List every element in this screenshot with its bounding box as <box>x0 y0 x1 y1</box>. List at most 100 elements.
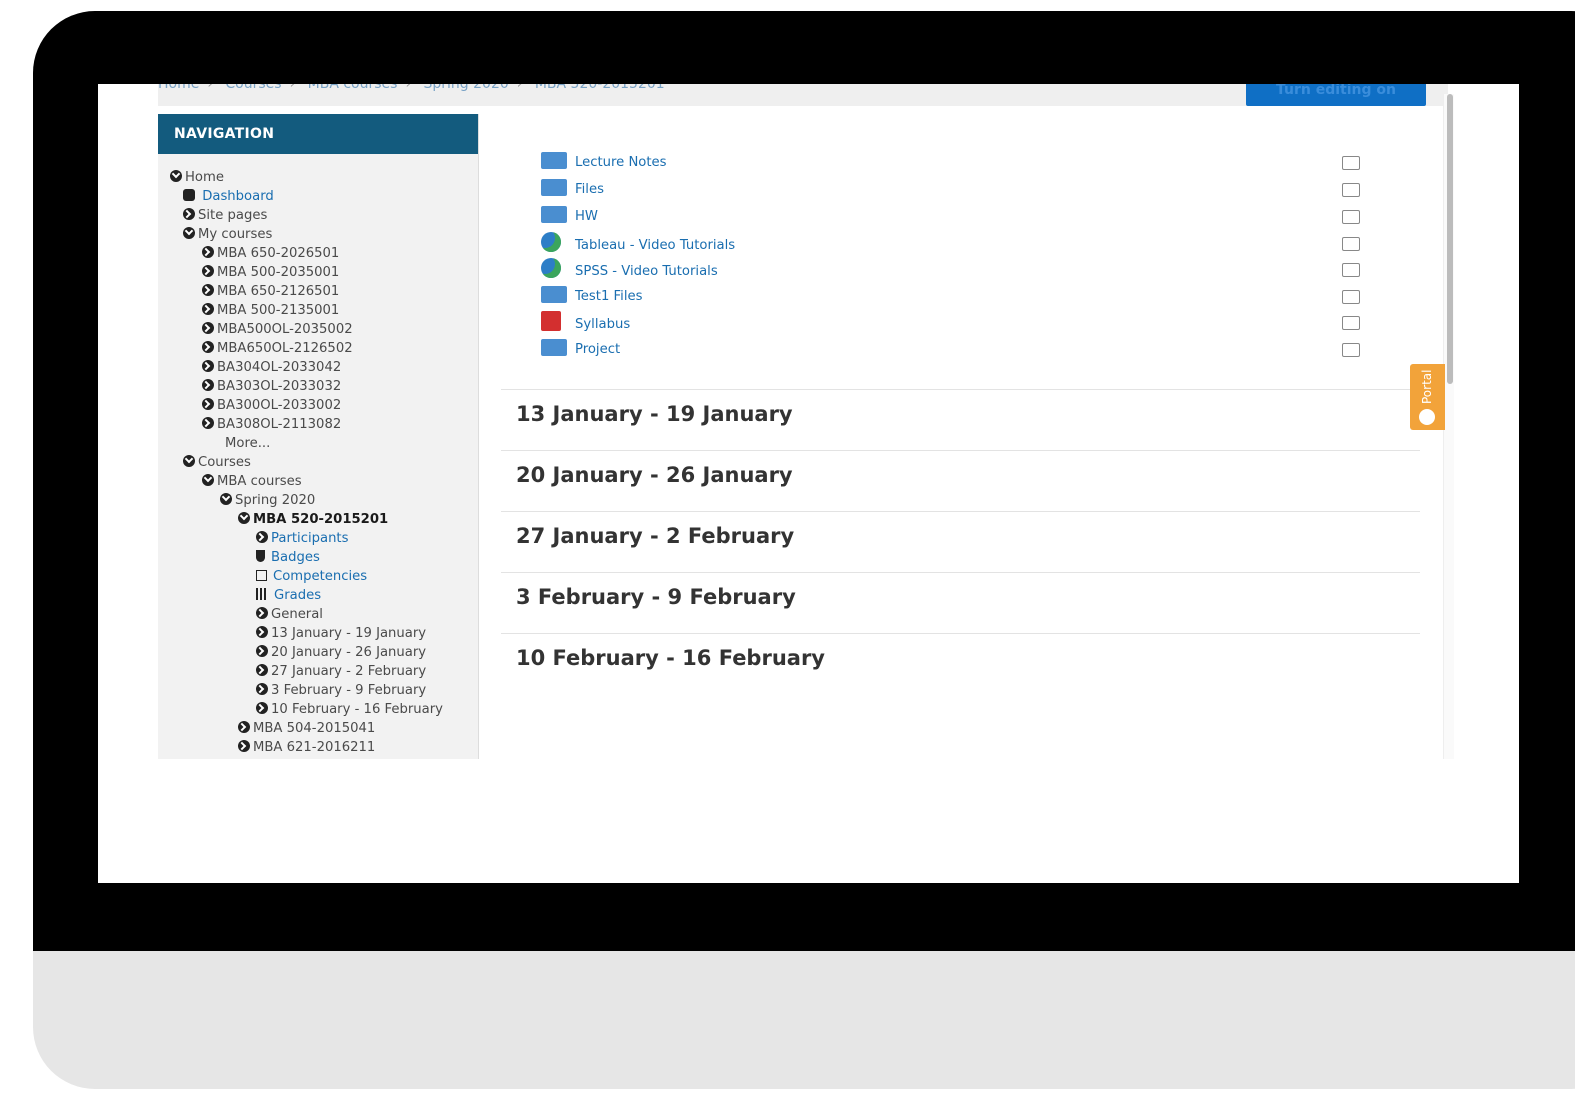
nav-item-home[interactable]: Home <box>158 168 478 187</box>
nav-course-item[interactable]: BA300OL-2033002 <box>158 396 478 415</box>
nav-course-item[interactable]: MBA 504-2015041 <box>158 719 478 738</box>
nav-item-week[interactable]: 13 January - 19 January <box>158 624 478 643</box>
chevron-right-icon[interactable] <box>238 740 250 752</box>
nav-item-dashboard[interactable]: Dashboard <box>158 187 478 206</box>
chevron-down-icon[interactable] <box>202 474 214 486</box>
breadcrumb-spring-2020[interactable]: Spring 2020 <box>424 84 509 92</box>
activity-hw[interactable]: HW <box>541 205 598 229</box>
chevron-right-icon[interactable] <box>202 360 214 372</box>
nav-item-competencies[interactable]: Competencies <box>158 567 478 586</box>
nav-item-week[interactable]: 3 February - 9 February <box>158 681 478 700</box>
completion-checkbox[interactable] <box>1342 183 1360 197</box>
turn-editing-on-button[interactable]: Turn editing on <box>1246 84 1426 106</box>
activity-tableau-tutorials[interactable]: Tableau - Video Tutorials <box>541 232 735 256</box>
course-content: Lecture Notes Files HW Tableau - Video T… <box>478 114 1447 759</box>
nav-item-grades[interactable]: Grades <box>158 586 478 605</box>
laptop-frame: Home › Courses › MBA courses › Spring 2020 ›… <box>33 11 1575 1089</box>
nav-course-item[interactable]: BA303OL-2033032 <box>158 377 478 396</box>
completion-checkbox[interactable] <box>1342 210 1360 224</box>
activity-syllabus[interactable]: Syllabus <box>541 311 630 335</box>
browser-screen: Home › Courses › MBA courses › Spring 2020 ›… <box>98 84 1519 883</box>
week-section-title[interactable]: 3 February - 9 February <box>501 572 1420 633</box>
portal-icon <box>1419 409 1435 425</box>
chevron-right-icon[interactable] <box>256 607 268 619</box>
nav-item-week[interactable]: 27 January - 2 February <box>158 662 478 681</box>
folder-icon <box>541 179 567 196</box>
nav-course-item[interactable]: MBA500OL-2035002 <box>158 320 478 339</box>
url-globe-icon <box>541 232 561 252</box>
nav-item-badges[interactable]: Badges <box>158 548 478 567</box>
activity-spss-tutorials[interactable]: SPSS - Video Tutorials <box>541 258 718 282</box>
nav-course-item[interactable]: BA304OL-2033042 <box>158 358 478 377</box>
nav-item-current-course[interactable]: MBA 520-2015201 <box>158 510 478 529</box>
chevron-right-icon[interactable] <box>202 341 214 353</box>
portal-side-tab[interactable]: Portal <box>1410 364 1445 430</box>
nav-item-site-pages[interactable]: Site pages <box>158 206 478 225</box>
nav-item-spring-2020[interactable]: Spring 2020 <box>158 491 478 510</box>
nav-item-general[interactable]: General <box>158 605 478 624</box>
week-section-title[interactable]: 13 January - 19 January <box>501 389 1420 450</box>
nav-item-week[interactable]: 10 February - 16 February <box>158 700 478 719</box>
nav-course-item[interactable]: MBA 621-2016211 <box>158 738 478 757</box>
nav-course-item[interactable]: MBA 500-2135001 <box>158 301 478 320</box>
chevron-right-icon[interactable] <box>183 208 195 220</box>
activity-test1-files[interactable]: Test1 Files <box>541 285 643 309</box>
breadcrumb-mba-courses[interactable]: MBA courses <box>308 84 398 92</box>
folder-icon <box>541 286 567 303</box>
chevron-right-icon[interactable] <box>202 284 214 296</box>
week-section-title[interactable]: 10 February - 16 February <box>501 633 1420 694</box>
completion-checkbox[interactable] <box>1342 237 1360 251</box>
chevron-right-icon[interactable] <box>256 531 268 543</box>
chevron-right-icon[interactable] <box>202 265 214 277</box>
nav-item-my-courses[interactable]: My courses <box>158 225 478 244</box>
url-globe-icon <box>541 258 561 278</box>
nav-item-courses[interactable]: Courses <box>158 453 478 472</box>
chevron-right-icon[interactable] <box>202 303 214 315</box>
chevron-right-icon[interactable] <box>238 721 250 733</box>
chevron-right-icon[interactable] <box>256 683 268 695</box>
chevron-down-icon[interactable] <box>220 493 232 505</box>
nav-course-item[interactable]: BA308OL-2113082 <box>158 415 478 434</box>
nav-item-participants[interactable]: Participants <box>158 529 478 548</box>
navigation-tree: Home Dashboard Site pages My courses MBA… <box>158 154 478 757</box>
chevron-down-icon[interactable] <box>183 227 195 239</box>
chevron-down-icon[interactable] <box>170 170 182 182</box>
chevron-right-icon[interactable] <box>256 626 268 638</box>
completion-checkbox[interactable] <box>1342 316 1360 330</box>
breadcrumb-courses[interactable]: Courses <box>225 84 281 92</box>
chevron-right-icon[interactable] <box>256 702 268 714</box>
chevron-right-icon[interactable] <box>202 322 214 334</box>
activity-files[interactable]: Files <box>541 178 604 202</box>
completion-checkbox[interactable] <box>1342 263 1360 277</box>
completion-checkbox[interactable] <box>1342 156 1360 170</box>
chevron-down-icon[interactable] <box>238 512 250 524</box>
activity-project[interactable]: Project <box>541 338 620 362</box>
dashboard-icon <box>183 189 195 201</box>
checkbox-icon <box>256 570 267 581</box>
chevron-right-icon[interactable] <box>256 645 268 657</box>
week-section-title[interactable]: 20 January - 26 January <box>501 450 1420 511</box>
activity-lecture-notes[interactable]: Lecture Notes <box>541 151 667 175</box>
nav-item-mba-courses[interactable]: MBA courses <box>158 472 478 491</box>
chevron-right-icon[interactable] <box>202 246 214 258</box>
folder-icon <box>541 152 567 169</box>
chevron-right-icon[interactable] <box>202 417 214 429</box>
breadcrumb-home[interactable]: Home <box>158 84 199 92</box>
nav-course-item[interactable]: MBA650OL-2126502 <box>158 339 478 358</box>
week-section-title[interactable]: 27 January - 2 February <box>501 511 1420 572</box>
nav-item-more[interactable]: More... <box>158 434 478 453</box>
nav-course-item[interactable]: MBA 650-2026501 <box>158 244 478 263</box>
chevron-right-icon[interactable] <box>202 398 214 410</box>
chevron-down-icon[interactable] <box>183 455 195 467</box>
nav-item-week[interactable]: 20 January - 26 January <box>158 643 478 662</box>
table-icon <box>256 588 268 600</box>
breadcrumb-current-course[interactable]: MBA 520-2015201 <box>535 84 665 92</box>
nav-course-item[interactable]: MBA 650-2126501 <box>158 282 478 301</box>
scrollbar-thumb[interactable] <box>1447 94 1453 384</box>
nav-course-item[interactable]: MBA 500-2035001 <box>158 263 478 282</box>
completion-checkbox[interactable] <box>1342 290 1360 304</box>
shield-icon <box>256 550 265 562</box>
completion-checkbox[interactable] <box>1342 343 1360 357</box>
chevron-right-icon[interactable] <box>202 379 214 391</box>
chevron-right-icon[interactable] <box>256 664 268 676</box>
